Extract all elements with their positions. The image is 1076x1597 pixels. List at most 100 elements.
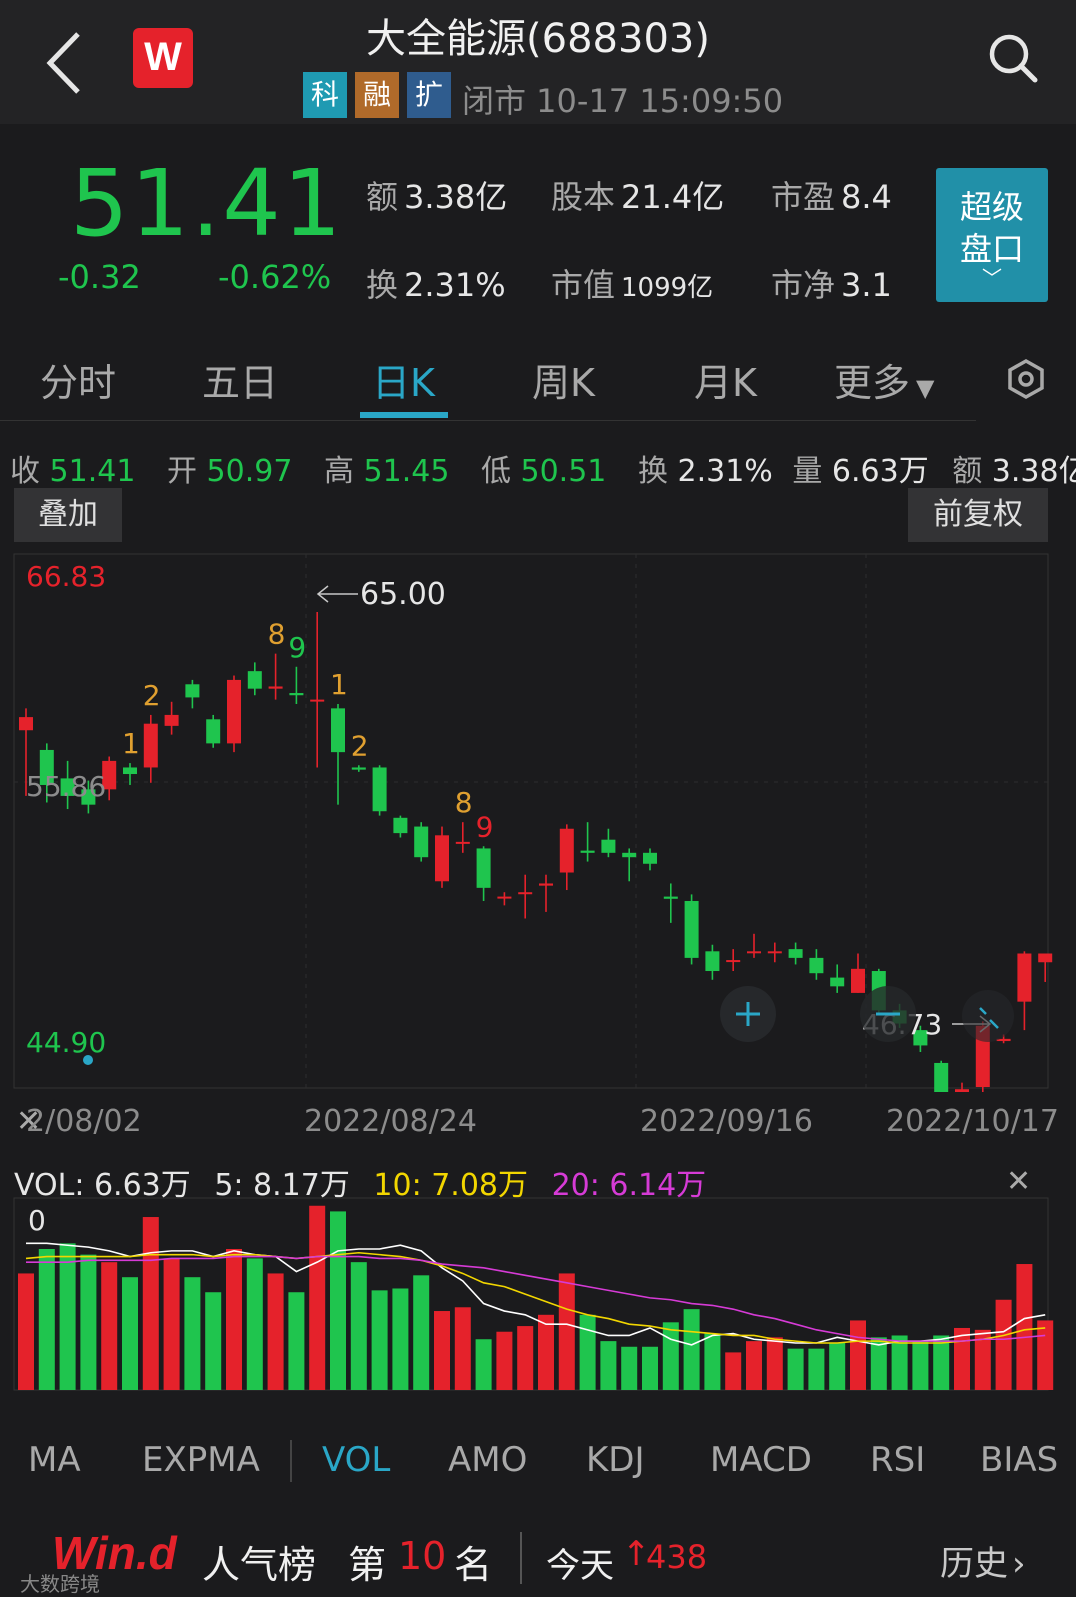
stat-pb: 市净 3.1 xyxy=(771,266,892,304)
candle-body xyxy=(497,896,512,899)
chevron-right-icon: › xyxy=(1012,1544,1026,1584)
active-tab-indicator xyxy=(360,412,448,418)
candle-body xyxy=(164,714,179,726)
td-sequence-label: 8 xyxy=(455,786,473,819)
volume-bar xyxy=(850,1320,866,1390)
candlestick-chart[interactable]: 12891289 66.83 55.86 44.90 65.00 46.73 xyxy=(0,552,1076,1092)
candle-body xyxy=(601,839,616,853)
volume-bar xyxy=(662,1322,679,1390)
super-orderbook-button[interactable]: 超级 盘口 ﹀ xyxy=(936,168,1048,302)
tag-margin[interactable]: 融 xyxy=(355,72,399,118)
open-label: 开 xyxy=(166,454,197,489)
volume-bar xyxy=(205,1292,222,1390)
price-adjust-button[interactable]: 前复权 xyxy=(908,488,1048,542)
volume-bar xyxy=(704,1333,721,1390)
tab-intraday[interactable]: 分时 xyxy=(40,352,116,407)
volume-bar xyxy=(558,1273,575,1390)
chevron-down-icon: ﹀ xyxy=(982,266,1002,290)
volume-bar xyxy=(683,1309,700,1390)
history-button[interactable]: 历史 › xyxy=(940,1536,1026,1585)
date-label-start: 2/08/02 xyxy=(26,1104,142,1139)
volume-bar xyxy=(80,1254,97,1390)
turnover-value: 2.31% xyxy=(677,454,773,489)
tag-expand[interactable]: 扩 xyxy=(407,72,451,118)
tab-more[interactable]: 更多 ▼ xyxy=(834,352,934,407)
volume-bar xyxy=(725,1352,742,1390)
candle-body xyxy=(788,949,803,958)
tag-star-market[interactable]: 科 xyxy=(303,72,347,118)
candle-body xyxy=(539,883,553,886)
indicator-kdj[interactable]: KDJ xyxy=(586,1440,645,1480)
super-button-line2: 盘口 xyxy=(959,230,1024,268)
volume-bar xyxy=(746,1341,762,1390)
max-price-marker: 65.00 xyxy=(316,577,446,612)
tab-five-day[interactable]: 五日 xyxy=(202,352,278,407)
candle-body xyxy=(435,835,449,882)
candle-body xyxy=(559,828,574,873)
stat-amount: 额 3.38亿 xyxy=(366,178,508,216)
td-sequence-label: 8 xyxy=(268,618,286,651)
volume-bar xyxy=(538,1314,554,1390)
candle-body xyxy=(393,817,408,834)
candle-body xyxy=(767,951,782,954)
volume-bar xyxy=(475,1339,492,1390)
zoom-in-button[interactable] xyxy=(720,986,776,1042)
date-label-end: 2022/10/17 xyxy=(886,1104,1059,1139)
max-price-label: 65.00 xyxy=(360,577,446,612)
candle-body xyxy=(684,900,699,958)
indicator-vol[interactable]: VOL xyxy=(322,1440,390,1480)
volume-bar xyxy=(766,1337,783,1390)
amount-value: 3.38亿 xyxy=(991,454,1076,489)
indicator-rsi[interactable]: RSI xyxy=(870,1440,925,1480)
expand-chart-button[interactable] xyxy=(962,990,1014,1042)
volume-axis-top: 0 xyxy=(28,1204,46,1237)
candle-body xyxy=(1038,953,1053,963)
history-label: 历史 xyxy=(940,1544,1008,1584)
volume-bar xyxy=(226,1249,242,1390)
volume-bar xyxy=(246,1258,263,1390)
close-indicator-icon[interactable]: ✕ xyxy=(1006,1164,1031,1199)
tab-weekly-k[interactable]: 周K xyxy=(532,352,595,407)
volume-bar xyxy=(517,1326,534,1390)
turnover-label: 换 xyxy=(637,454,668,489)
candle-body xyxy=(455,841,470,844)
today-label: 今天 xyxy=(546,1546,614,1586)
overlay-button[interactable]: 叠加 xyxy=(14,488,122,542)
price-change: -0.32 xyxy=(58,258,141,296)
candle-body xyxy=(289,693,304,696)
volume-bar xyxy=(330,1211,346,1390)
volume-bar xyxy=(142,1217,159,1390)
candle-body xyxy=(414,826,429,858)
tab-monthly-k[interactable]: 月K xyxy=(694,352,757,407)
search-icon[interactable] xyxy=(985,30,1041,86)
volume-bar xyxy=(350,1262,367,1390)
y-axis-mid-label: 55.86 xyxy=(26,770,106,803)
candle-body xyxy=(663,896,678,899)
settings-icon[interactable] xyxy=(1005,358,1047,400)
market-status: 闭市 10-17 15:09:50 xyxy=(462,82,784,120)
candle-body xyxy=(123,767,137,775)
volume-bar xyxy=(38,1249,55,1390)
volume-bar xyxy=(829,1343,846,1390)
indicator-expma[interactable]: EXPMA xyxy=(142,1440,260,1480)
indicator-amo[interactable]: AMO xyxy=(448,1440,527,1480)
indicator-ma[interactable]: MA xyxy=(28,1440,81,1480)
candle-body xyxy=(206,719,221,744)
volume-bar xyxy=(434,1311,450,1390)
tab-more-label: 更多 xyxy=(834,361,911,405)
td-sequence-label: 1 xyxy=(330,668,348,701)
rank-prefix: 第 xyxy=(348,1543,387,1587)
candle-body xyxy=(19,717,33,731)
candle-body xyxy=(830,977,845,987)
candle-body xyxy=(331,708,345,753)
volume-bar xyxy=(59,1243,76,1390)
volume-chart[interactable]: 0 xyxy=(0,1196,1076,1394)
close-value: 51.41 xyxy=(49,454,136,489)
tab-daily-k[interactable]: 日K xyxy=(372,352,435,407)
volume-bar xyxy=(392,1288,409,1390)
indicator-bias[interactable]: BIAS xyxy=(980,1440,1058,1480)
indicator-macd[interactable]: MACD xyxy=(710,1440,812,1480)
candle-body xyxy=(185,684,200,698)
stat-pe: 市盈 8.4 xyxy=(771,178,892,216)
zoom-out-button[interactable] xyxy=(860,986,916,1042)
